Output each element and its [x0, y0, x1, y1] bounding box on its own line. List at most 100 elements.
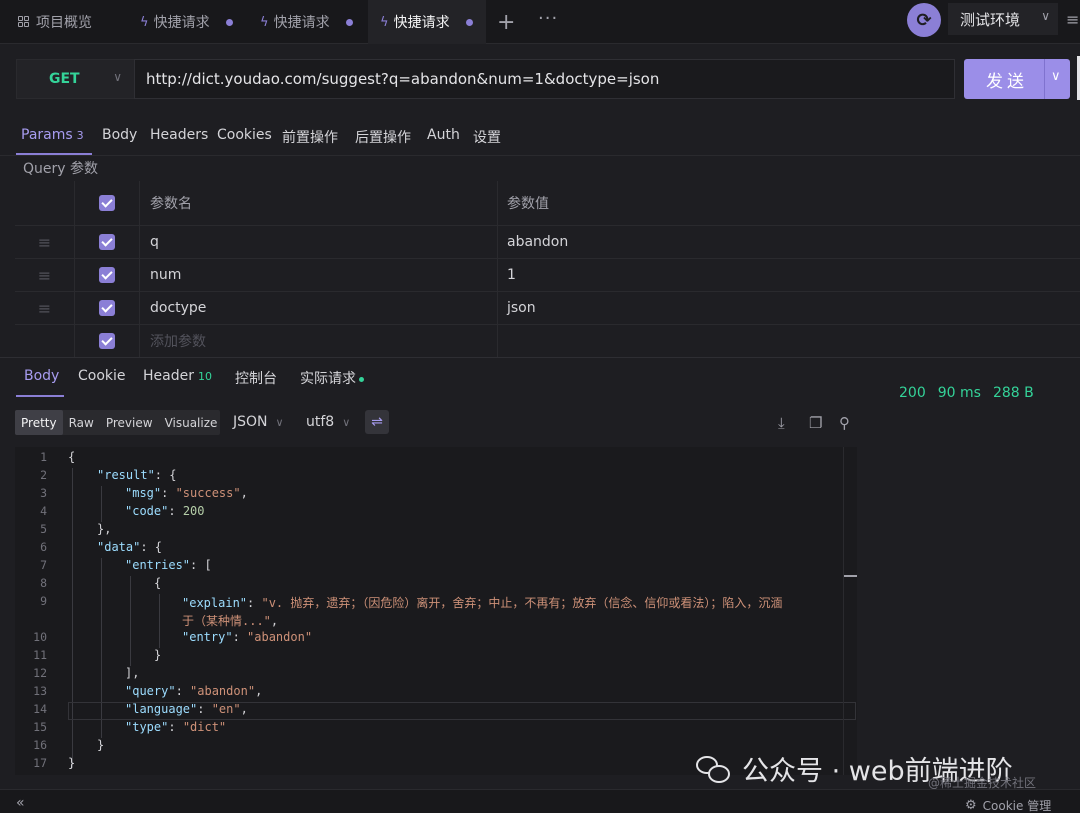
row-checkbox[interactable]: [75, 259, 140, 291]
line-number: 9: [40, 594, 47, 608]
encoding-label: utf8: [306, 414, 335, 430]
add-tab-button[interactable]: +: [497, 10, 515, 35]
tab-quick-request[interactable]: ϟ 快捷请求: [248, 0, 368, 44]
mode-raw[interactable]: Raw: [63, 410, 100, 435]
line-number: 3: [40, 486, 47, 500]
table-row-add: 添加参数: [15, 325, 1080, 357]
tab-post-request[interactable]: 后置操作: [355, 127, 411, 147]
url-input[interactable]: http://dict.youdao.com/suggest?q=abandon…: [134, 59, 955, 99]
mode-visualize[interactable]: Visualize: [159, 410, 224, 435]
indent-guide: [130, 576, 131, 666]
code-line: "result": {: [97, 468, 177, 482]
handle-cell: [15, 325, 75, 357]
indent-guide: [159, 594, 160, 648]
environment-label: 测试环境: [960, 10, 1021, 29]
code-line: }: [68, 756, 76, 770]
param-name-cell[interactable]: doctype: [140, 292, 498, 324]
param-name-cell[interactable]: q: [140, 226, 498, 258]
environment-select[interactable]: 测试环境 ∨: [948, 3, 1058, 35]
collapse-sidebar-button[interactable]: «: [16, 795, 25, 811]
column-header-value: 参数值: [507, 196, 549, 212]
tab-settings[interactable]: 设置: [473, 127, 501, 147]
tab-params[interactable]: Params 3: [21, 127, 84, 143]
indent-guide: [72, 468, 73, 768]
sync-button[interactable]: ⟳: [907, 3, 941, 37]
tab-response-body[interactable]: Body: [24, 368, 59, 384]
tab-body[interactable]: Body: [102, 127, 137, 143]
row-checkbox[interactable]: [75, 325, 140, 357]
status-code: 200: [899, 385, 926, 401]
section-title: Query 参数: [23, 161, 98, 177]
code-line: "explain": "v. 抛弃，遗弃；（因危险）离开，舍弃；中止，不再有；放…: [182, 596, 783, 610]
grid-icon: [18, 16, 30, 28]
format-select[interactable]: JSON ∨: [233, 414, 284, 430]
params-table: 参数名 参数值 ≡ q abandon ≡ num 1 ≡ doctype js…: [15, 181, 1080, 357]
check-icon: [99, 234, 115, 250]
tab-response-header[interactable]: Header 10: [143, 368, 212, 384]
row-checkbox[interactable]: [75, 226, 140, 258]
select-all-checkbox[interactable]: [75, 181, 140, 225]
format-label: JSON: [233, 414, 268, 430]
panel-divider[interactable]: [0, 357, 1080, 358]
code-line: {: [154, 576, 162, 590]
line-number: 13: [33, 684, 47, 698]
param-value-cell[interactable]: [498, 325, 1080, 357]
response-body-viewer[interactable]: 1 2 3 4 5 6 7 8 9 10 11 12 13 14 15 16 1…: [15, 447, 857, 775]
code-line: "type": "dict": [125, 720, 227, 734]
drag-handle-icon[interactable]: ≡: [15, 292, 75, 324]
line-number: 4: [40, 504, 47, 518]
scroll-thumb[interactable]: [844, 575, 857, 577]
copy-icon[interactable]: ❐: [809, 414, 822, 432]
response-size: 288 B: [992, 385, 1034, 401]
scrollbar[interactable]: [843, 447, 857, 775]
more-tabs-button[interactable]: ···: [538, 8, 558, 29]
code-line: "query": "abandon",: [125, 684, 263, 698]
line-number: 16: [33, 738, 47, 752]
chevron-down-icon[interactable]: ∨: [1051, 69, 1061, 84]
tab-label: 快捷请求: [273, 15, 330, 31]
param-value-cell[interactable]: abandon: [498, 226, 1080, 258]
tab-actual-request[interactable]: 实际请求: [300, 368, 364, 388]
drag-handle-icon[interactable]: ≡: [15, 259, 75, 291]
view-mode-switch: Pretty Raw Preview Visualize: [15, 410, 220, 435]
wrap-toggle[interactable]: ⇌: [365, 410, 389, 434]
drag-handle-icon[interactable]: ≡: [15, 226, 75, 258]
encoding-select[interactable]: utf8 ∨: [306, 414, 350, 430]
tab-console[interactable]: 控制台: [235, 368, 277, 388]
method-select[interactable]: GET ∨: [16, 59, 134, 99]
tab-label: Params: [21, 127, 73, 143]
search-icon[interactable]: ⚲: [839, 414, 850, 432]
tab-quick-request-active[interactable]: ϟ 快捷请求: [368, 0, 486, 44]
tab-label: Header: [143, 368, 194, 384]
header-count-badge: 10: [197, 370, 212, 383]
check-icon: [99, 267, 115, 283]
tab-label: 快捷请求: [393, 15, 450, 31]
code-line: 于（某种情...",: [182, 614, 279, 628]
tab-pre-request[interactable]: 前置操作: [282, 127, 338, 147]
param-value-cell[interactable]: json: [498, 292, 1080, 324]
add-param-input[interactable]: 添加参数: [140, 325, 498, 357]
tab-response-cookie[interactable]: Cookie: [78, 368, 126, 384]
unsaved-dot: [345, 18, 353, 26]
lightning-icon: ϟ: [140, 14, 149, 30]
menu-icon[interactable]: ≡: [1066, 10, 1079, 29]
tab-label: 项目概览: [36, 15, 92, 31]
lightning-icon: ϟ: [260, 14, 269, 30]
download-icon[interactable]: ⤓: [778, 414, 785, 432]
tab-cookies[interactable]: Cookies: [217, 127, 272, 143]
tab-headers[interactable]: Headers: [150, 127, 208, 143]
row-checkbox[interactable]: [75, 292, 140, 324]
tab-quick-request[interactable]: ϟ 快捷请求: [128, 0, 248, 44]
mode-preview[interactable]: Preview: [100, 410, 159, 435]
tab-project-overview[interactable]: 项目概览: [18, 0, 118, 44]
response-status: 200 90 ms 288 B: [899, 385, 1046, 401]
cookie-manager-button[interactable]: ⚙ Cookie 管理: [965, 797, 1051, 813]
tab-auth[interactable]: Auth: [427, 127, 460, 143]
line-number: 10: [33, 630, 47, 644]
param-name-cell[interactable]: num: [140, 259, 498, 291]
send-button[interactable]: 发送 ∨: [964, 59, 1070, 99]
mode-pretty[interactable]: Pretty: [15, 410, 63, 435]
url-value: http://dict.youdao.com/suggest?q=abandon…: [146, 70, 660, 88]
line-number: 5: [40, 522, 47, 536]
param-value-cell[interactable]: 1: [498, 259, 1080, 291]
